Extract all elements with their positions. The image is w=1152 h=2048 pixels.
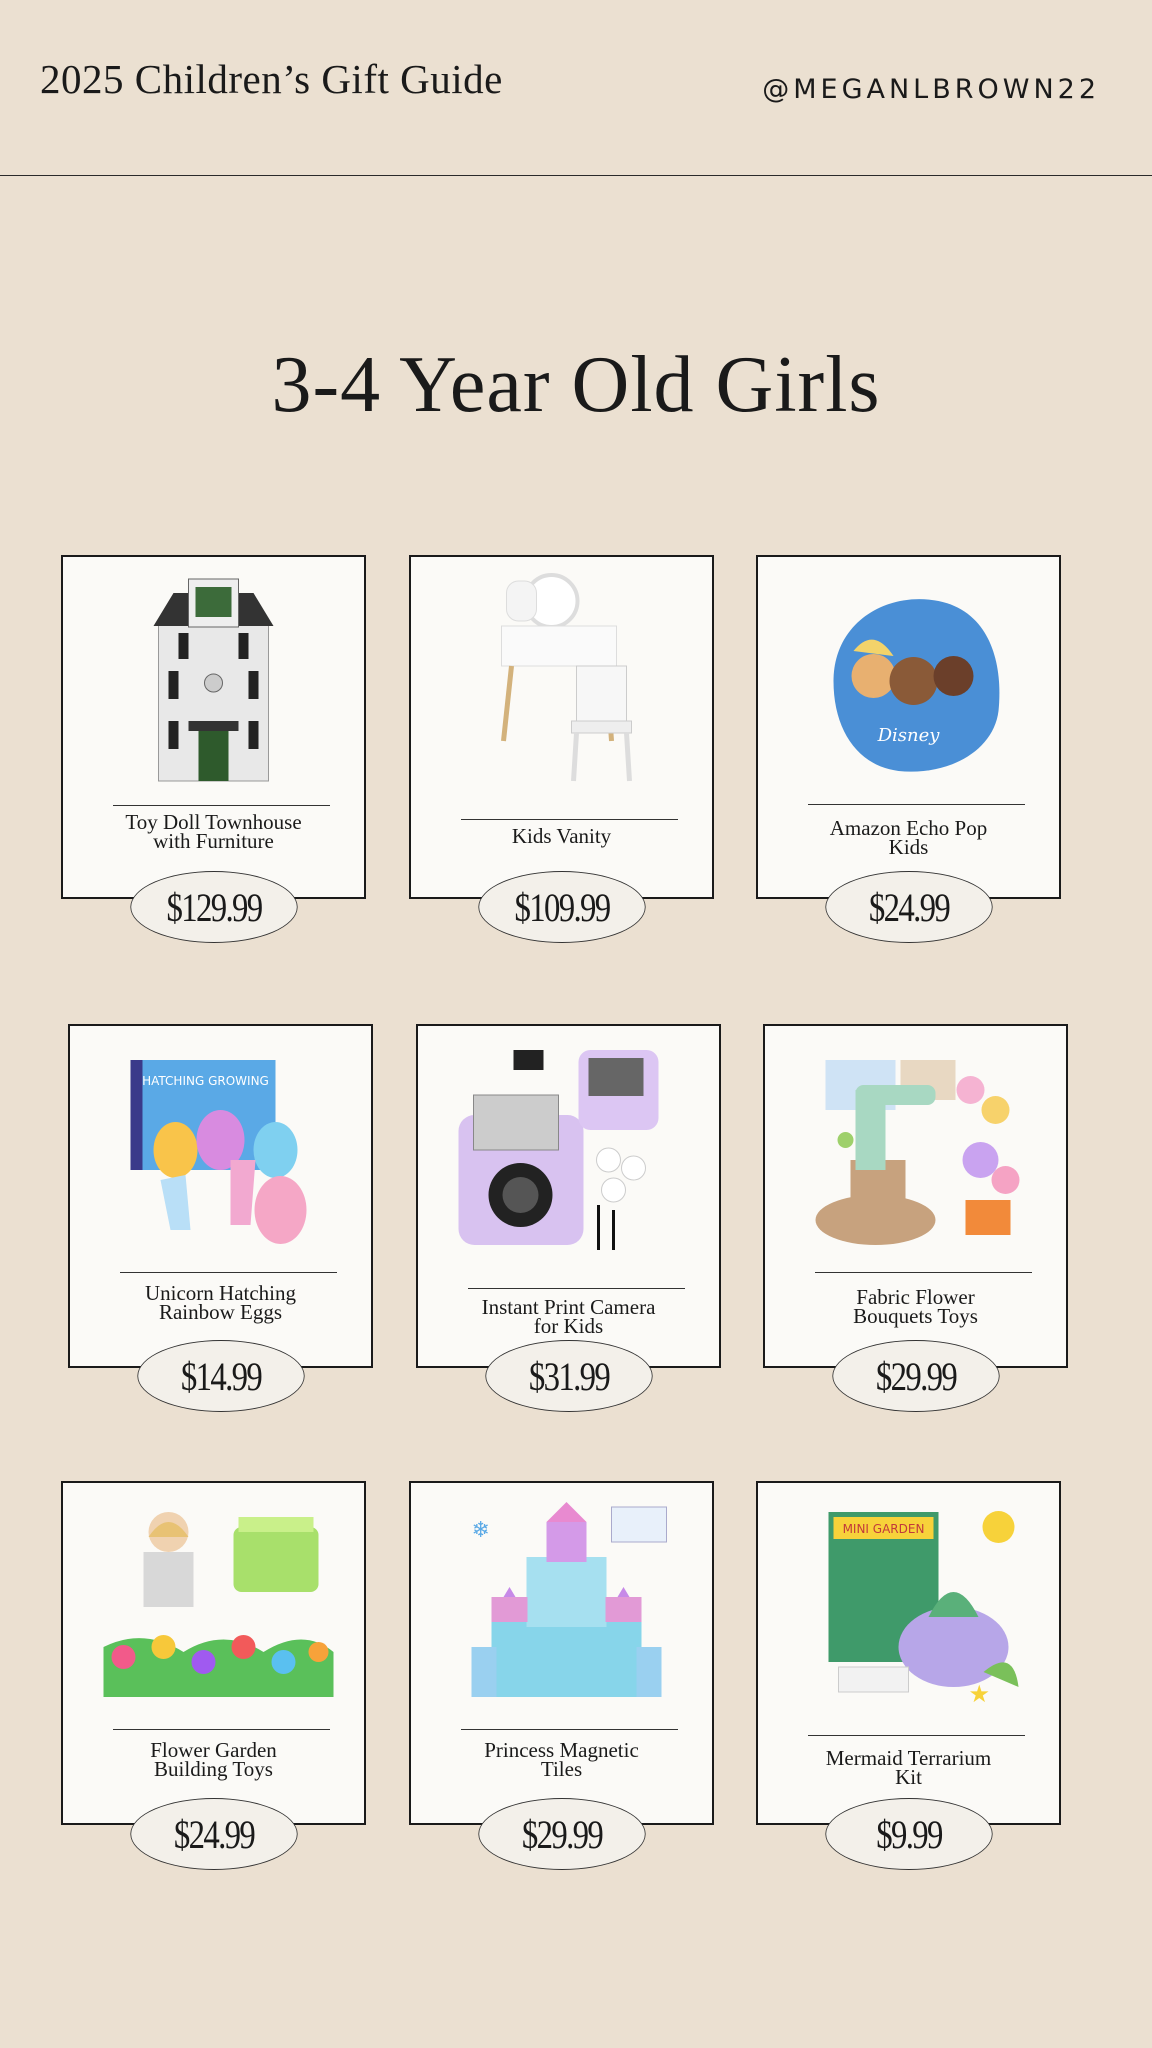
dollhouse-image — [83, 571, 344, 791]
price-badge: $29.99 — [478, 1798, 646, 1870]
guide-title: 2025 Children’s Gift Guide — [40, 56, 503, 102]
vanity-image — [431, 571, 692, 791]
product-name: Instant Print Camera for Kids — [481, 1295, 656, 1338]
price-badge: $24.99 — [130, 1798, 298, 1870]
product-name: Princess Magnetic Tiles — [484, 1738, 639, 1781]
card-divider — [461, 819, 678, 820]
price-badge: $9.99 — [825, 1798, 993, 1870]
svg-text:★: ★ — [969, 1680, 991, 1708]
product-name: Flower Garden Building Toys — [150, 1738, 277, 1781]
magnetic-tiles-image: ❄ — [431, 1497, 692, 1717]
price-badge: $129.99 — [130, 871, 298, 943]
price-badge: $109.99 — [478, 871, 646, 943]
product-card-echo-pop[interactable]: Disney Amazon Echo Pop Kids — [756, 555, 1061, 899]
product-name: Fabric Flower Bouquets Toys — [853, 1285, 978, 1328]
card-divider — [808, 1735, 1025, 1736]
product-card-flower-bouquets[interactable]: Fabric Flower Bouquets Toys — [763, 1024, 1068, 1368]
product-card-unicorn-eggs[interactable]: HATCHING GROWING Unicorn Hatching Rainbow… — [68, 1024, 373, 1368]
product-card-terrarium[interactable]: MINI GARDEN ★ Mermaid Terrarium Kit — [756, 1481, 1061, 1825]
price-badge: $31.99 — [485, 1340, 653, 1412]
terrarium-image: MINI GARDEN ★ — [778, 1497, 1039, 1717]
flower-garden-image — [83, 1497, 344, 1717]
page-title: 3-4 Year Old Girls — [271, 341, 881, 429]
unicorn-eggs-image: HATCHING GROWING — [90, 1040, 351, 1260]
card-divider — [468, 1288, 685, 1289]
card-divider — [815, 1272, 1032, 1273]
product-card-flower-garden[interactable]: Flower Garden Building Toys — [61, 1481, 366, 1825]
echo-pop-image: Disney — [778, 571, 1039, 791]
product-card-magnetic-tiles[interactable]: ❄ Princess Magnetic Tiles — [409, 1481, 714, 1825]
svg-text:HATCHING GROWING: HATCHING GROWING — [142, 1074, 269, 1088]
social-handle[interactable]: @MEGANLBROWN22 — [762, 74, 1100, 105]
product-name: Toy Doll Townhouse with Furniture — [125, 810, 302, 853]
product-name: Mermaid Terrarium Kit — [825, 1746, 992, 1789]
product-card-vanity[interactable]: Kids Vanity — [409, 555, 714, 899]
price-badge: $29.99 — [832, 1340, 1000, 1412]
camera-image — [438, 1040, 699, 1260]
svg-text:Disney: Disney — [877, 725, 941, 746]
product-name: Unicorn Hatching Rainbow Eggs — [144, 1281, 297, 1324]
flower-bouquets-image — [785, 1040, 1046, 1260]
product-card-dollhouse[interactable]: Toy Doll Townhouse with Furniture — [61, 555, 366, 899]
card-divider — [113, 1729, 330, 1730]
price-badge: $24.99 — [825, 871, 993, 943]
svg-text:❄: ❄ — [472, 1518, 490, 1543]
card-divider — [120, 1272, 337, 1273]
card-divider — [808, 804, 1025, 805]
card-divider — [113, 805, 330, 806]
product-name: Kids Vanity — [511, 824, 612, 848]
svg-text:MINI GARDEN: MINI GARDEN — [843, 1522, 925, 1536]
header-divider — [0, 175, 1152, 176]
product-name: Amazon Echo Pop Kids — [829, 816, 988, 859]
price-badge: $14.99 — [137, 1340, 305, 1412]
card-divider — [461, 1729, 678, 1730]
product-card-camera[interactable]: Instant Print Camera for Kids — [416, 1024, 721, 1368]
